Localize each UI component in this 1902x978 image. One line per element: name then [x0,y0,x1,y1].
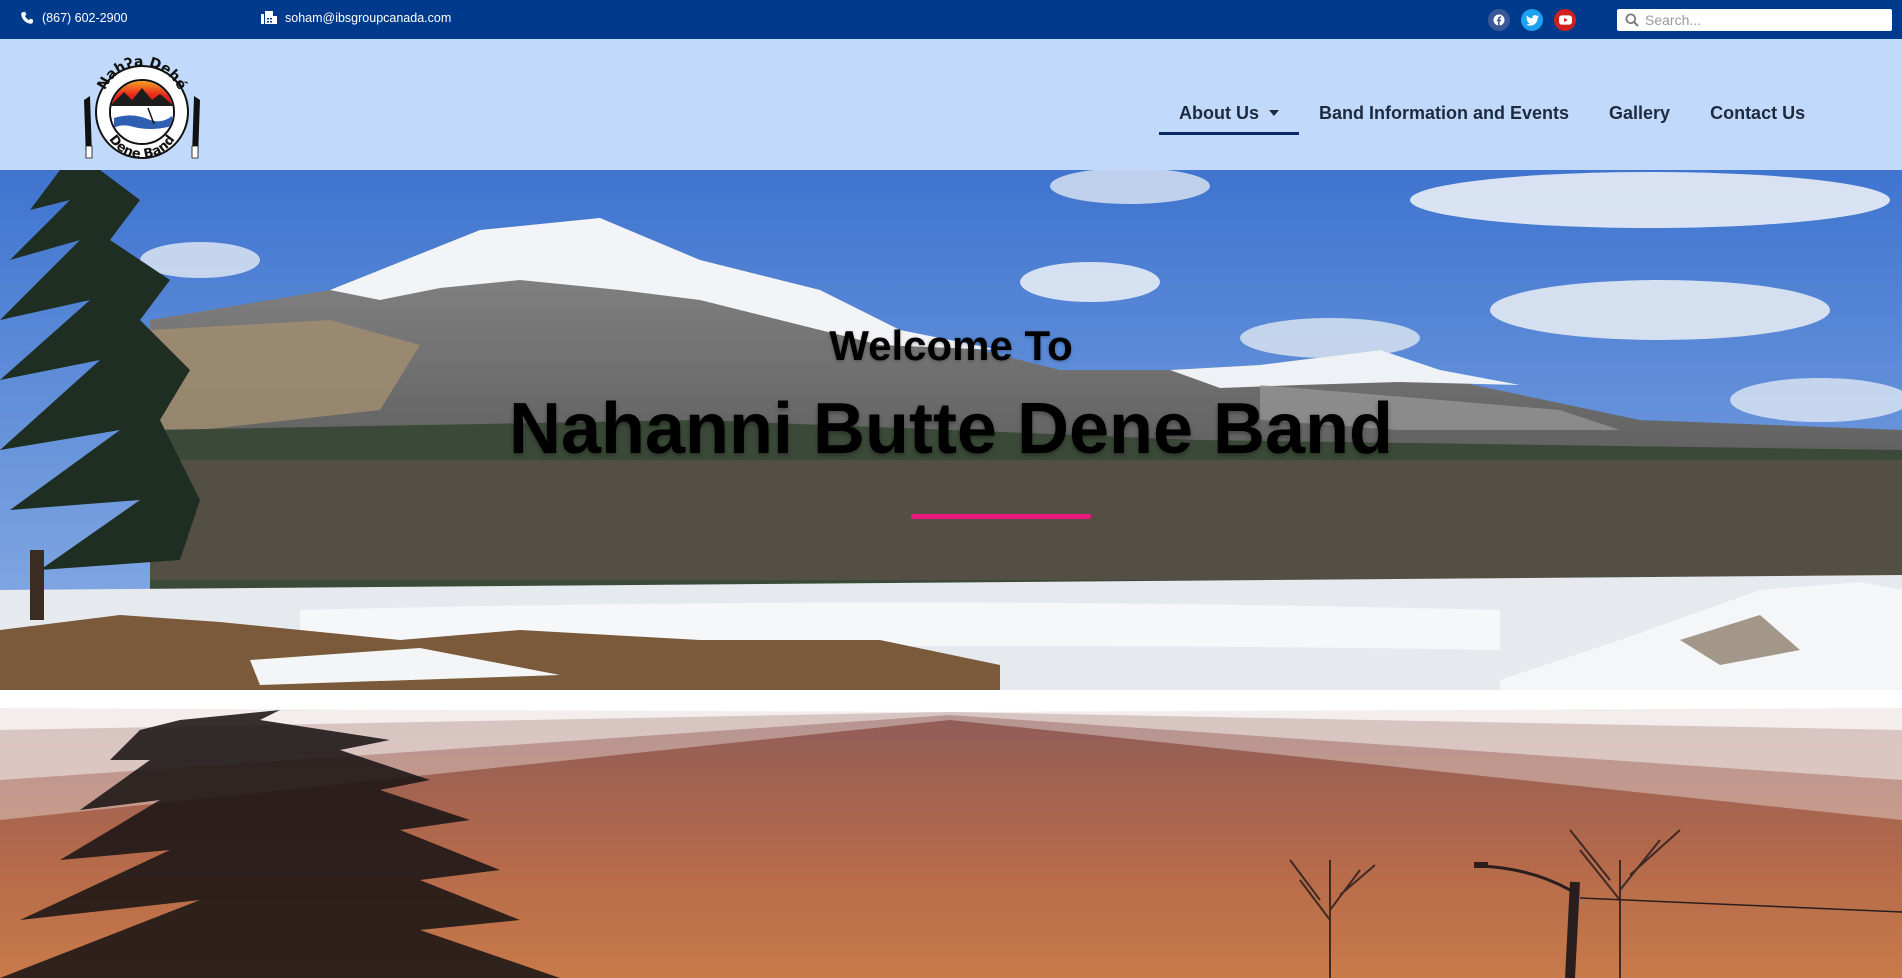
phone-number: (867) 602-2900 [42,11,128,25]
nav-contact-us[interactable]: Contact Us [1690,93,1825,133]
email-address: soham@ibsgroupcanada.com [285,11,452,25]
title-underline [911,514,1091,519]
search-icon [1625,13,1639,27]
hero-title: Nahanni Butte Dene Band [508,389,1394,469]
hero-welcome-text: Welcome To [829,322,1073,369]
main-nav: About Us Band Information and Events Gal… [1159,93,1825,135]
twitter-icon [1525,14,1539,26]
social-links [1488,9,1576,31]
fax-icon [261,11,277,24]
hero-banner: Welcome To Nahanni Butte Dene Band [0,170,1902,690]
top-bar: (867) 602-2900 soham@ibsgroupcanada.com [0,0,1902,39]
nav-gallery[interactable]: Gallery [1589,93,1690,133]
chevron-down-icon [1269,110,1279,116]
email-contact[interactable]: soham@ibsgroupcanada.com [261,11,451,25]
nav-gallery-label: Gallery [1609,102,1671,123]
nav-band-information-label: Band Information and Events [1319,102,1570,123]
sunset-background-image [0,690,1902,978]
sunset-section [0,690,1902,978]
youtube-icon [1558,15,1572,25]
search-box[interactable] [1617,9,1892,31]
phone-contact[interactable]: (867) 602-2900 [20,11,127,25]
band-logo[interactable]: Nahʔa Dehé Dene Band [80,50,204,162]
nav-about-us-label: About Us [1179,102,1259,123]
facebook-link[interactable] [1488,9,1510,31]
nav-about-us[interactable]: About Us [1159,93,1299,135]
site-header: Nahʔa Dehé Dene Band About Us Band Infor… [0,39,1902,170]
phone-icon [21,11,34,24]
nav-band-information[interactable]: Band Information and Events [1299,93,1589,133]
nav-contact-us-label: Contact Us [1710,102,1806,123]
facebook-icon [1493,14,1505,26]
logo-emblem: Nahʔa Dehé Dene Band [84,54,200,162]
twitter-link[interactable] [1521,9,1543,31]
search-input[interactable] [1645,12,1885,28]
youtube-link[interactable] [1554,9,1576,31]
